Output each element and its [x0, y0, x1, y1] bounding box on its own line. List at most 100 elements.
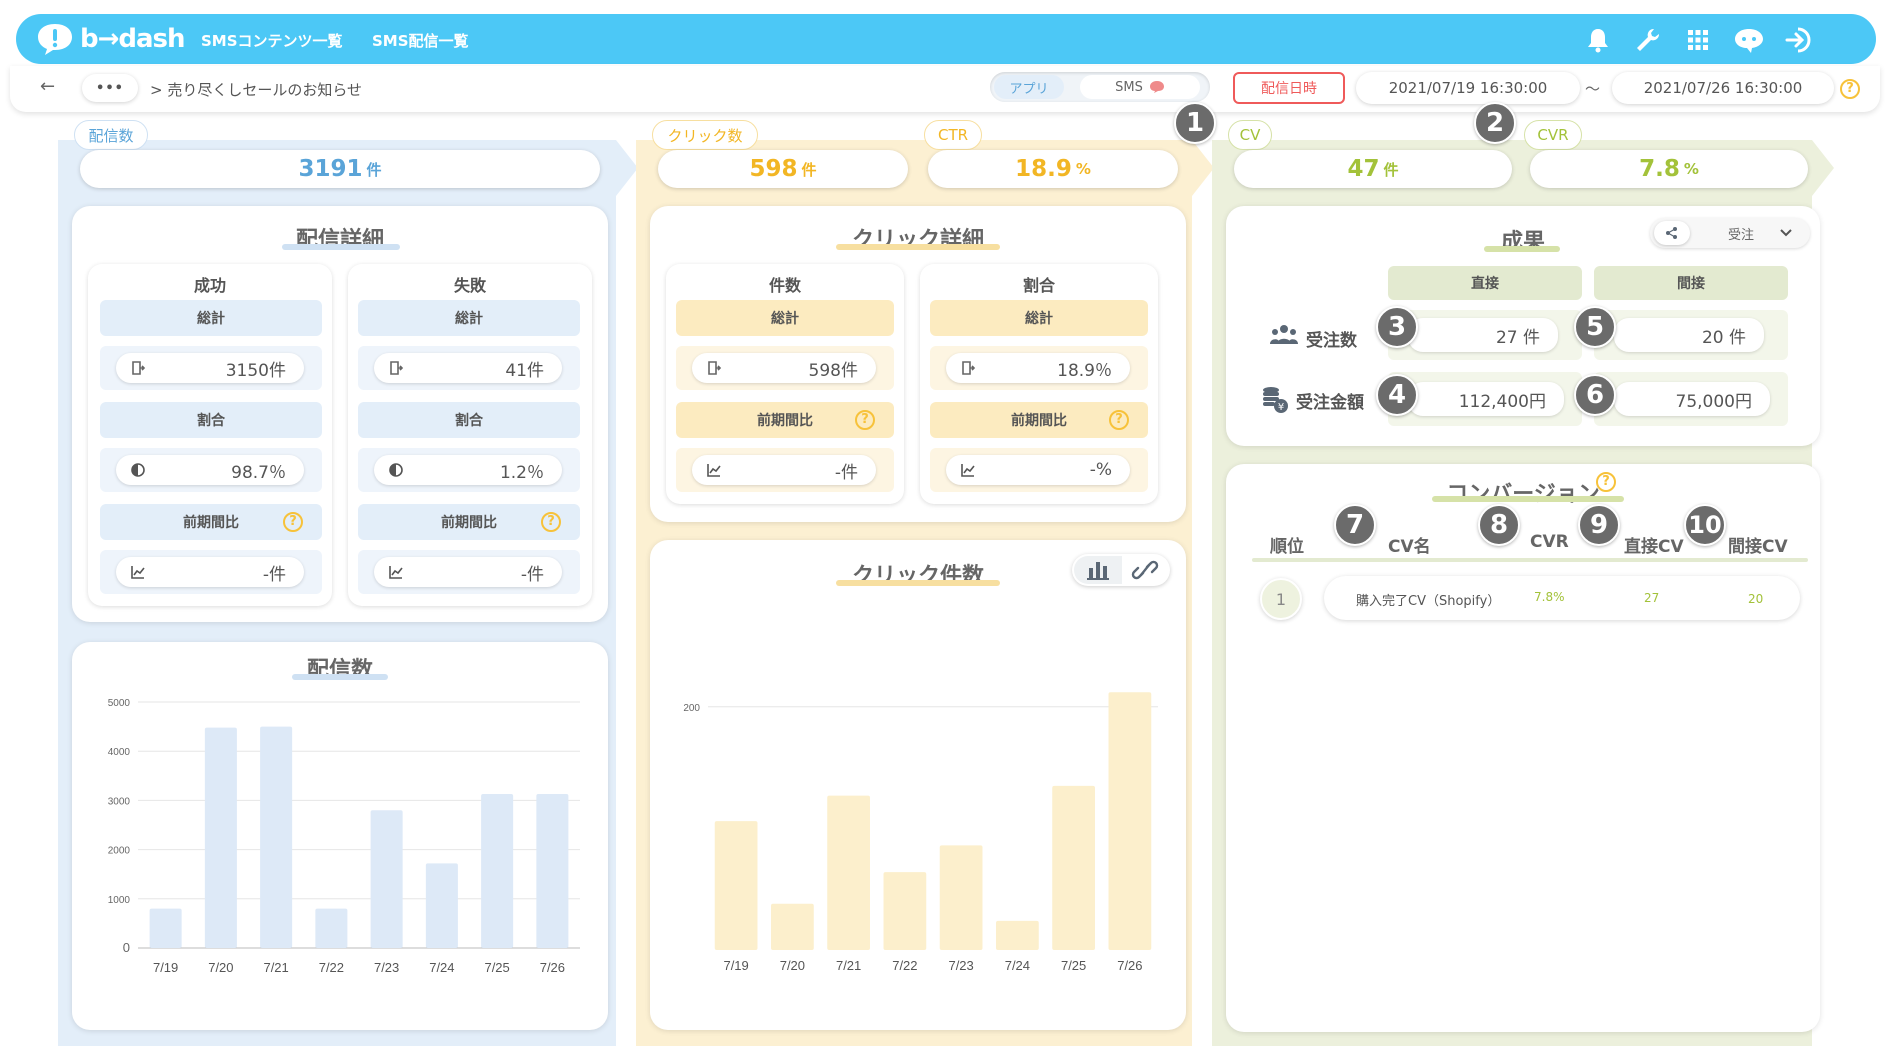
click-num-total-text: 598件	[808, 360, 858, 381]
grid-icon[interactable]	[1684, 26, 1712, 54]
more-button[interactable]: •••	[82, 74, 138, 102]
conversion-title: コンバージョン	[1446, 482, 1600, 507]
ctr-number: 18.9	[1015, 156, 1072, 182]
y-tick-label: 2000	[108, 846, 131, 857]
annotation-badge-6: 6	[1574, 374, 1616, 416]
bar[interactable]	[481, 794, 514, 948]
y-tick-label: 5000	[108, 698, 131, 709]
success-compare-text-value: -件	[262, 564, 286, 585]
annotation-badge-2: 2	[1474, 102, 1516, 144]
toggle-sms[interactable]: SMS	[1080, 75, 1200, 99]
chat-icon[interactable]	[1732, 26, 1766, 54]
orders-row-label: 受注数	[1306, 331, 1357, 351]
x-tick-label: 7/24	[429, 960, 454, 975]
fail-compare-text: 前期間比	[441, 515, 497, 531]
breadcrumb[interactable]: > 売り尽くしセールのお知らせ	[150, 79, 362, 100]
click-rate-total-value: 18.9％	[946, 353, 1130, 383]
logout-icon[interactable]	[1784, 26, 1816, 54]
svg-text:¥: ¥	[1278, 402, 1284, 413]
header-rank: 順位	[1270, 537, 1304, 557]
bar[interactable]	[939, 845, 983, 950]
bell-icon[interactable]	[1584, 26, 1612, 54]
help-icon[interactable]: ?	[1109, 410, 1129, 430]
y-tick-label: 1000	[108, 895, 131, 906]
share-icon	[1666, 227, 1677, 239]
wrench-icon[interactable]	[1634, 26, 1662, 54]
help-icon[interactable]: ?	[283, 512, 303, 532]
toggle-app[interactable]: アプリ	[994, 75, 1064, 99]
click-count-number: 598	[749, 156, 798, 182]
bar[interactable]	[1052, 785, 1095, 950]
order-dropdown[interactable]: 受注	[1700, 221, 1806, 245]
fail-compare-text-value: -件	[520, 564, 544, 585]
click-count-tab: クリック数	[652, 120, 758, 150]
bdash-logo[interactable]: b→dash	[36, 21, 186, 57]
cv-number: 47	[1347, 156, 1380, 182]
date-label-badge: 配信日時	[1233, 72, 1345, 104]
date-from-input[interactable]: 2021/07/19 16:30:00	[1356, 72, 1580, 104]
bar[interactable]	[425, 863, 458, 948]
cvr-number: 7.8	[1639, 156, 1680, 182]
click-rate-compare-text: 前期間比	[1011, 413, 1067, 429]
click-count-value: 598 件	[658, 150, 908, 188]
header-cvr: CVR	[1530, 532, 1569, 552]
pie-chart-icon	[131, 463, 145, 477]
x-tick-label: 7/21	[263, 960, 288, 975]
delivery-count-tab: 配信数	[74, 120, 148, 150]
bar[interactable]	[1108, 692, 1152, 950]
link-mode-button[interactable]	[1122, 556, 1168, 584]
bar-mode-button[interactable]	[1074, 556, 1122, 584]
share-button[interactable]	[1654, 221, 1690, 245]
success-ratio-text: 98.7％	[231, 462, 286, 483]
chevron-down-icon	[1780, 229, 1792, 237]
conversion-underline	[1432, 496, 1624, 502]
send-icon	[962, 361, 976, 375]
click-rate-compare-text-value: -%	[1089, 460, 1112, 480]
x-tick-label: 7/24	[1005, 958, 1030, 973]
back-button[interactable]: ←	[40, 76, 55, 97]
logo-text: b→dash	[80, 24, 186, 54]
click-rate-total-text: 18.9％	[1057, 360, 1112, 381]
bar[interactable]	[714, 821, 758, 950]
toggle-sms-label: SMS	[1115, 79, 1143, 95]
click-num-compare-value: -件	[692, 455, 876, 485]
orders-indirect-value: 20 件	[1614, 318, 1764, 352]
bar[interactable]	[536, 794, 569, 948]
help-icon[interactable]: ?	[541, 512, 561, 532]
nav-sms-content-list[interactable]: SMSコンテンツ一覧	[201, 30, 343, 51]
x-tick-label: 7/23	[374, 960, 399, 975]
help-icon[interactable]: ?	[1840, 79, 1860, 99]
ctr-value: 18.9%	[928, 150, 1178, 188]
bar[interactable]	[315, 908, 348, 948]
bar[interactable]	[827, 795, 870, 950]
x-tick-label: 7/22	[892, 958, 917, 973]
bar[interactable]	[370, 810, 403, 948]
date-to-input[interactable]: 2021/07/26 16:30:00	[1612, 72, 1834, 104]
bar[interactable]	[996, 920, 1039, 950]
trend-icon	[131, 566, 145, 579]
bar[interactable]	[204, 727, 237, 948]
y-tick-label: 4000	[108, 747, 131, 758]
delivery-chart-underline	[292, 674, 388, 680]
header-indirect-cv: 間接CV	[1728, 537, 1788, 557]
help-icon[interactable]: ?	[1596, 472, 1616, 492]
row-cv-name: 購入完了CV（Shopify）	[1356, 594, 1501, 609]
fail-total-text: 41件	[505, 360, 544, 381]
annotation-badge-3: 3	[1376, 306, 1418, 348]
bar[interactable]	[149, 908, 182, 948]
cv-unit: 件	[1383, 160, 1399, 179]
y-tick-label: 3000	[108, 796, 131, 807]
sms-bubble-icon	[1149, 81, 1164, 93]
nav-sms-delivery-list[interactable]: SMS配信一覧	[372, 30, 469, 51]
bar[interactable]	[883, 872, 927, 950]
fail-total-label: 総計	[358, 300, 580, 336]
click-num-compare-text-value: -件	[834, 462, 858, 483]
bar[interactable]	[771, 903, 814, 950]
fail-ratio-value: 1.2％	[374, 455, 562, 485]
help-icon[interactable]: ?	[855, 410, 875, 430]
success-ratio-label: 割合	[100, 402, 322, 438]
bar[interactable]	[260, 726, 293, 948]
row-direct-cv: 27	[1644, 591, 1660, 605]
cvr-tab: CVR	[1524, 120, 1582, 150]
indirect-column-header: 間接	[1594, 266, 1788, 300]
